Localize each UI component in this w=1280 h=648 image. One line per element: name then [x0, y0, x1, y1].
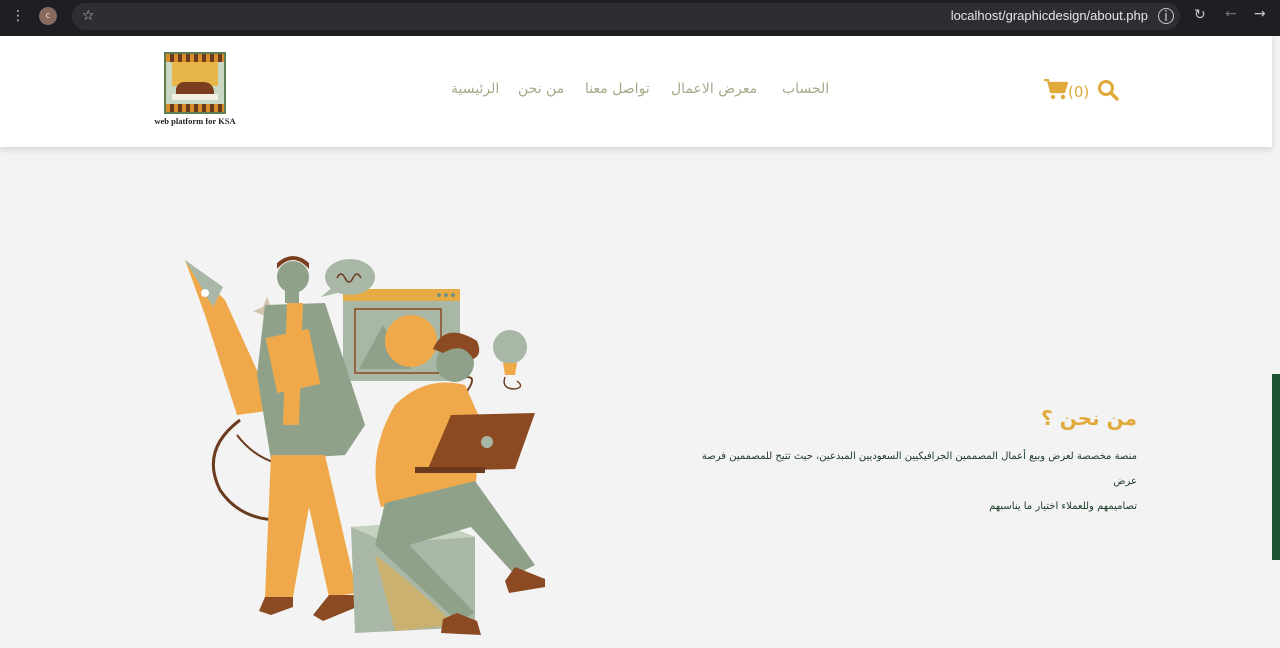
about-description: منصة مخصصة لعرض وبيع أعمال المصممين الجر… — [676, 444, 1137, 519]
side-accent-bar — [1272, 374, 1280, 560]
cart-icon — [1044, 78, 1069, 100]
logo-caption: web platform for KSA — [154, 116, 236, 126]
nav-account[interactable]: الحساب — [782, 81, 829, 97]
cart-button[interactable]: (0) — [1044, 78, 1090, 101]
reload-icon[interactable]: ↻ — [1194, 7, 1206, 23]
nav-home[interactable]: الرئيسية — [451, 81, 499, 97]
cart-count: (0) — [1068, 83, 1090, 101]
nav-contact[interactable]: تواصل معنا — [585, 81, 650, 97]
site-header: web platform for KSA الحساب معرض الاعمال… — [0, 36, 1272, 147]
about-line-2: تصاميمهم وللعملاء اختيار ما يناسبهم — [989, 501, 1137, 512]
menu-kebab-icon[interactable]: ⋮ — [11, 8, 25, 24]
profile-avatar[interactable]: c — [39, 7, 57, 25]
star-icon[interactable]: ☆ — [82, 8, 95, 24]
info-icon[interactable]: i — [1158, 8, 1174, 25]
nav-about[interactable]: من نحن — [518, 81, 564, 97]
nav-gallery[interactable]: معرض الاعمال — [671, 81, 757, 97]
hero-illustration — [185, 256, 545, 635]
browser-toolbar: ⋮ c ☆ localhost/graphicdesign/about.php … — [0, 0, 1280, 36]
logo-image — [164, 52, 226, 114]
about-line-1: منصة مخصصة لعرض وبيع أعمال المصممين الجر… — [701, 451, 1137, 487]
search-icon[interactable] — [1097, 79, 1121, 101]
forward-arrow-icon[interactable]: → — [1254, 6, 1266, 22]
url-text[interactable]: localhost/graphicdesign/about.php — [951, 8, 1148, 23]
about-title: من نحن ؟ — [1041, 406, 1137, 430]
site-logo[interactable]: web platform for KSA — [154, 52, 236, 128]
back-arrow-icon[interactable]: ← — [1225, 6, 1237, 22]
